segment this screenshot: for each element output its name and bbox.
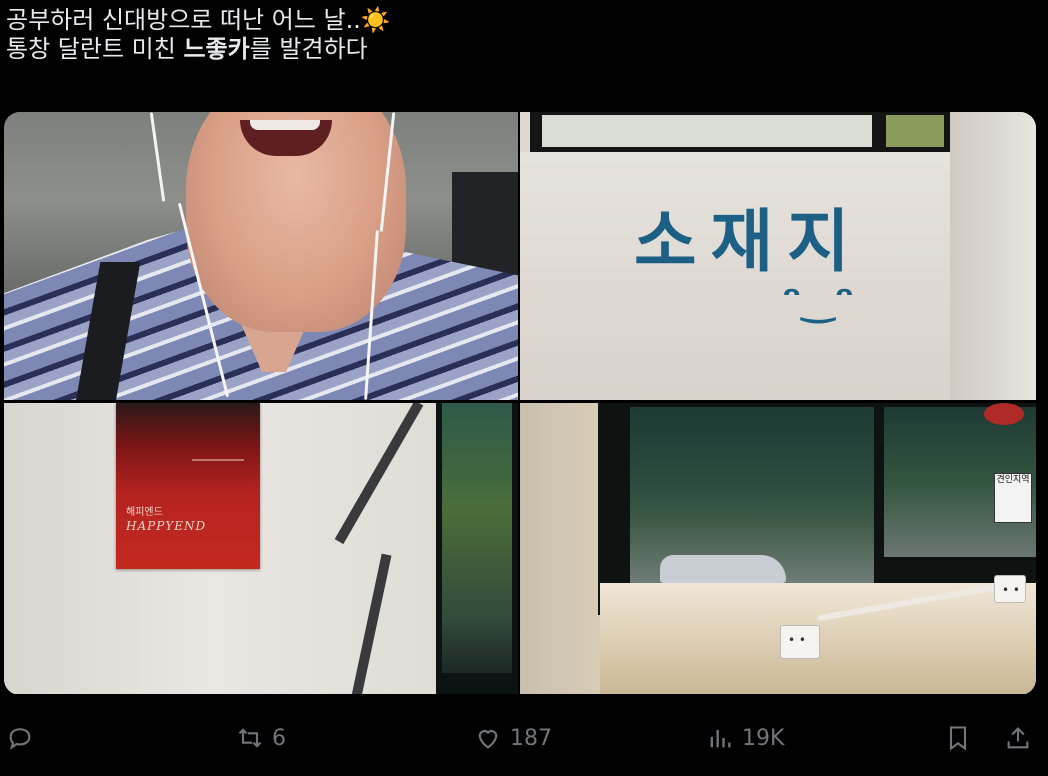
share-button[interactable] xyxy=(1004,724,1032,752)
retweet-icon xyxy=(238,728,262,748)
tweet-line-2-bold: 느좋카 xyxy=(183,35,250,63)
window-glass xyxy=(542,115,872,147)
teeth xyxy=(250,120,320,130)
like-button[interactable]: 187 xyxy=(474,724,552,752)
poster-title: HAPPYEND xyxy=(126,519,207,533)
retweet-count: 6 xyxy=(272,725,286,751)
left-wall xyxy=(520,403,600,694)
bookmark-button[interactable] xyxy=(944,724,972,752)
tow-zone-sign: 견인지역 xyxy=(994,473,1032,523)
views-count: 19K xyxy=(742,725,785,751)
heart-icon xyxy=(478,730,498,749)
happyend-poster: 해피엔드 HAPPYEND xyxy=(116,403,260,569)
side-wall xyxy=(950,112,1036,400)
like-count: 187 xyxy=(510,725,552,751)
photo-window-sill[interactable]: 견인지역 xyxy=(520,403,1036,694)
car xyxy=(660,555,786,583)
tweet-line-2-pre: 통창 달란트 미친 xyxy=(6,35,184,63)
views-icon xyxy=(710,729,731,748)
views-button[interactable]: 19K xyxy=(706,724,784,752)
reply-button[interactable] xyxy=(6,724,42,752)
reply-icon xyxy=(9,728,31,750)
sun-icon: ☀️ xyxy=(360,6,391,34)
power-outlet-icon xyxy=(994,575,1026,603)
tweet-line-2-post: 를 발견하다 xyxy=(249,35,368,63)
photo-selfie[interactable] xyxy=(4,112,518,400)
media-grid: 소재지 ᵔ‿ᵔ 해피엔드 HAPPYEND 견인지역 xyxy=(4,112,1036,695)
poster-korean: 해피엔드 xyxy=(126,507,163,518)
retweet-button[interactable]: 6 xyxy=(236,724,286,752)
power-outlet-icon xyxy=(780,625,820,659)
window xyxy=(436,403,518,694)
window-trees xyxy=(442,403,512,673)
share-icon xyxy=(1007,727,1029,749)
graffiti-smile: ᵔ‿ᵔ xyxy=(782,278,855,324)
poster-line xyxy=(192,459,244,461)
tweet-actions: 6 187 19K xyxy=(0,716,1048,766)
traffic-sign xyxy=(984,403,1024,425)
tweet-line-2: 통창 달란트 미친 느좋카를 발견하다 xyxy=(6,35,1036,64)
tweet-line-1-text: 공부하러 신대방으로 떠난 어느 날.. xyxy=(6,6,361,34)
tweet-text: 공부하러 신대방으로 떠난 어느 날..☀️ 통창 달란트 미친 느좋카를 발견… xyxy=(6,6,1036,64)
tweet-line-1: 공부하러 신대방으로 떠난 어느 날..☀️ xyxy=(6,6,1036,35)
graffiti-text: 소재지 xyxy=(634,203,864,282)
bookmark-icon xyxy=(949,726,967,751)
photo-graffiti-wall[interactable]: 소재지 ᵔ‿ᵔ xyxy=(520,112,1036,400)
window-glass-trees xyxy=(886,115,944,147)
photo-poster-wall[interactable]: 해피엔드 HAPPYEND xyxy=(4,403,518,694)
